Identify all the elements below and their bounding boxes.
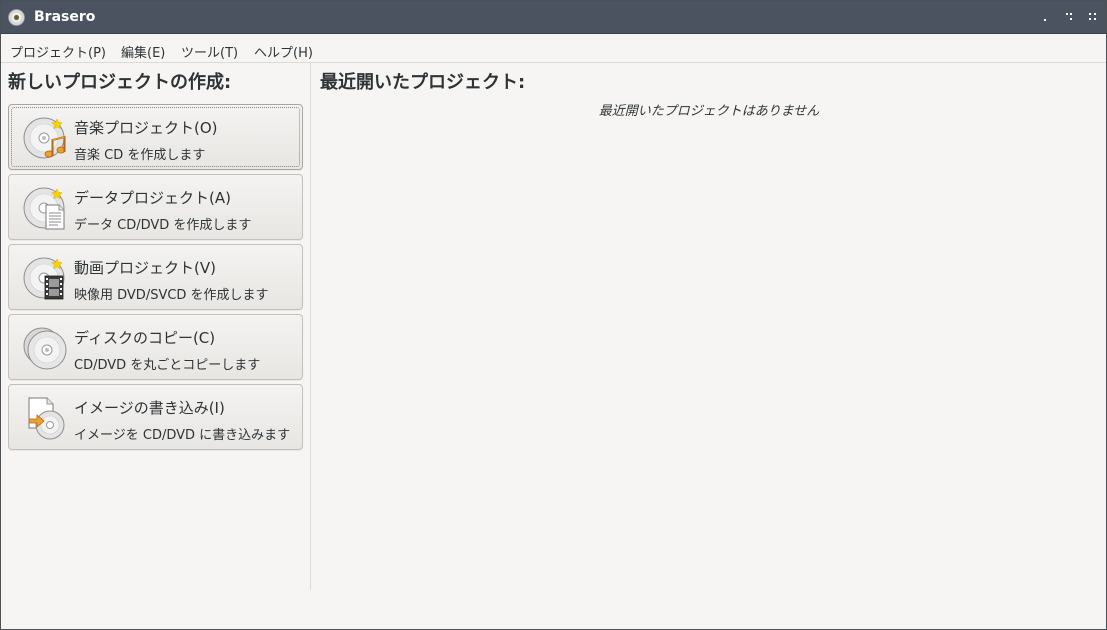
recent-projects-pane: 最近開いたプロジェクト: 最近開いたプロジェクトはありません (312, 63, 1106, 590)
menu-project[interactable]: プロジェクト(P) (10, 42, 106, 61)
image-burn-label: イメージの書き込み(I) (74, 399, 225, 417)
maximize-icon[interactable] (1062, 10, 1076, 24)
image-burn-description: イメージを CD/DVD に書き込みます (74, 428, 291, 443)
recent-projects-empty-message: 最近開いたプロジェクトはありません (598, 104, 820, 119)
menu-tools[interactable]: ツール(T) (181, 42, 238, 61)
audio-cd-icon (23, 115, 69, 161)
recent-projects-heading: 最近開いたプロジェクト: (320, 72, 526, 93)
video-project-label: 動画プロジェクト(V) (74, 259, 216, 277)
disc-copy-description: CD/DVD を丸ごとコピーします (74, 358, 261, 373)
brasero-app-icon (8, 9, 25, 26)
data-disc-icon (23, 185, 69, 231)
disc-copy-button[interactable]: ディスクのコピー(C) CD/DVD を丸ごとコピーします (8, 314, 303, 380)
window-title: Brasero (34, 9, 96, 25)
new-project-pane: 新しいプロジェクトの作成: 音楽プロジェクト(O) 音楽 CD を作成します デ… (1, 63, 311, 590)
menu-help[interactable]: ヘルプ(H) (254, 42, 313, 61)
video-project-description: 映像用 DVD/SVCD を作成します (74, 288, 269, 303)
data-project-button[interactable]: データプロジェクト(A) データ CD/DVD を作成します (8, 174, 303, 240)
disc-copy-label: ディスクのコピー(C) (74, 329, 216, 347)
title-bar[interactable]: Brasero (1, 1, 1106, 34)
image-burn-icon (23, 395, 69, 441)
data-project-description: データ CD/DVD を作成します (74, 218, 252, 233)
new-project-heading: 新しいプロジェクトの作成: (8, 72, 232, 93)
menu-edit[interactable]: 編集(E) (121, 42, 165, 61)
audio-project-description: 音楽 CD を作成します (74, 148, 206, 163)
brasero-window: Brasero プロジェクト(P) 編集(E) ツール(T) ヘルプ(H) 新し… (0, 0, 1107, 630)
audio-project-button[interactable]: 音楽プロジェクト(O) 音楽 CD を作成します (8, 104, 303, 170)
data-project-label: データプロジェクト(A) (74, 189, 231, 207)
minimize-icon[interactable] (1038, 10, 1052, 24)
disc-copy-icon (23, 325, 69, 371)
video-disc-icon (23, 255, 69, 301)
close-icon[interactable] (1086, 10, 1100, 24)
image-burn-button[interactable]: イメージの書き込み(I) イメージを CD/DVD に書き込みます (8, 384, 303, 450)
audio-project-label: 音楽プロジェクト(O) (74, 119, 218, 137)
menu-bar: プロジェクト(P) 編集(E) ツール(T) ヘルプ(H) (1, 35, 1106, 63)
video-project-button[interactable]: 動画プロジェクト(V) 映像用 DVD/SVCD を作成します (8, 244, 303, 310)
